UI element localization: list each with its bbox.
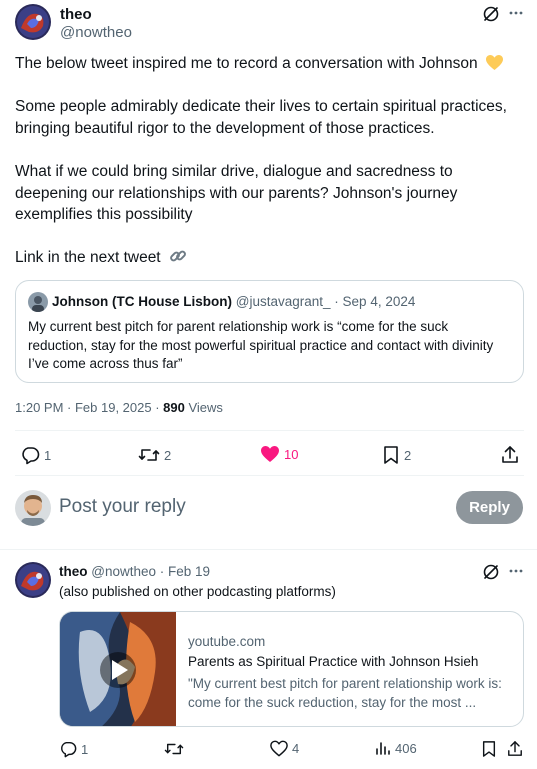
author-avatar[interactable] <box>15 4 51 40</box>
reply-button[interactable]: Reply <box>456 491 523 524</box>
reply-count: 1 <box>44 447 52 463</box>
quoted-author-name: Johnson (TC House Lisbon) <box>52 294 232 309</box>
thread-author-avatar[interactable] <box>15 562 51 598</box>
thread-views-action[interactable]: 406 <box>375 740 417 756</box>
tweet-text-paragraph: What if we could bring similar drive, di… <box>15 163 458 223</box>
thread-tweet-header: theo @nowtheo · Feb 19 <box>59 564 210 579</box>
views-count: 890 <box>163 400 185 415</box>
bookmark-icon <box>384 446 398 464</box>
reply-icon <box>22 447 40 465</box>
thread-tweet-date[interactable]: · Feb 19 <box>160 564 210 579</box>
thread-like-count: 4 <box>292 741 300 756</box>
divider <box>15 475 524 476</box>
repost-icon <box>164 743 184 755</box>
like-count: 10 <box>284 446 299 462</box>
more-options-icon[interactable] <box>508 5 524 21</box>
thread-author-name[interactable]: theo <box>59 564 88 579</box>
tweet-text-line: The below tweet inspired me to record a … <box>15 53 525 75</box>
video-thumbnail <box>60 612 176 726</box>
thread-repost-action[interactable] <box>164 740 188 758</box>
thread-reply-count: 1 <box>81 741 89 757</box>
share-icon[interactable] <box>507 740 523 758</box>
bookmark-icon[interactable] <box>481 740 497 758</box>
share-icon[interactable] <box>501 445 519 465</box>
quoted-tweet-date: · Sep 4, 2024 <box>334 294 416 309</box>
grok-icon[interactable] <box>482 563 500 581</box>
current-user-avatar <box>15 490 51 526</box>
repost-action[interactable]: 2 <box>138 445 171 465</box>
heart-filled-icon <box>261 446 279 462</box>
heart-icon <box>270 740 288 757</box>
tweet-text-paragraph: Some people admirably dedicate their liv… <box>15 98 507 137</box>
yellow-heart-icon <box>485 54 504 71</box>
card-title: Parents as Spiritual Practice with Johns… <box>188 654 479 669</box>
link-emoji-icon <box>169 247 187 265</box>
tweet-timestamp[interactable]: 1:20 PM · Feb 19, 2025 · <box>15 400 163 415</box>
link-preview-card[interactable]: youtube.com Parents as Spiritual Practic… <box>59 611 524 727</box>
card-domain: youtube.com <box>188 634 266 649</box>
tweet-text-line: Link in the next tweet <box>15 247 315 269</box>
thread-reply-action[interactable]: 1 <box>59 740 88 758</box>
divider <box>0 549 537 550</box>
bookmark-count: 2 <box>404 447 412 463</box>
thread-tweet-text: (also published on other podcasting plat… <box>59 584 336 599</box>
quoted-tweet-header: Johnson (TC House Lisbon) @justavagrant_… <box>52 294 415 309</box>
reply-icon <box>61 741 77 758</box>
views-chart-icon <box>376 742 390 755</box>
bookmark-action[interactable]: 2 <box>382 445 411 465</box>
divider <box>15 430 524 431</box>
views-label: Views <box>188 400 223 415</box>
author-handle[interactable]: @nowtheo <box>60 24 132 41</box>
thread-author-handle[interactable]: @nowtheo <box>91 564 156 579</box>
grok-icon[interactable] <box>482 5 500 23</box>
repost-icon <box>138 449 160 461</box>
reply-input[interactable]: Post your reply <box>59 496 186 518</box>
author-name[interactable]: theo <box>60 6 92 23</box>
more-options-icon[interactable] <box>508 563 524 579</box>
quoted-author-handle: @justavagrant_ <box>235 294 331 309</box>
thread-views-count: 406 <box>395 740 417 756</box>
quoted-author-avatar <box>28 292 48 312</box>
repost-count: 2 <box>164 447 172 463</box>
card-description: "My current best pitch for parent relati… <box>188 676 502 710</box>
reply-action[interactable]: 1 <box>20 445 51 465</box>
like-action[interactable]: 10 <box>260 445 298 463</box>
tweet-meta: 1:20 PM · Feb 19, 2025 · 890 Views <box>15 400 223 415</box>
thread-like-action[interactable]: 4 <box>270 740 299 757</box>
quoted-tweet-text: My current best pitch for parent relatio… <box>28 319 494 371</box>
